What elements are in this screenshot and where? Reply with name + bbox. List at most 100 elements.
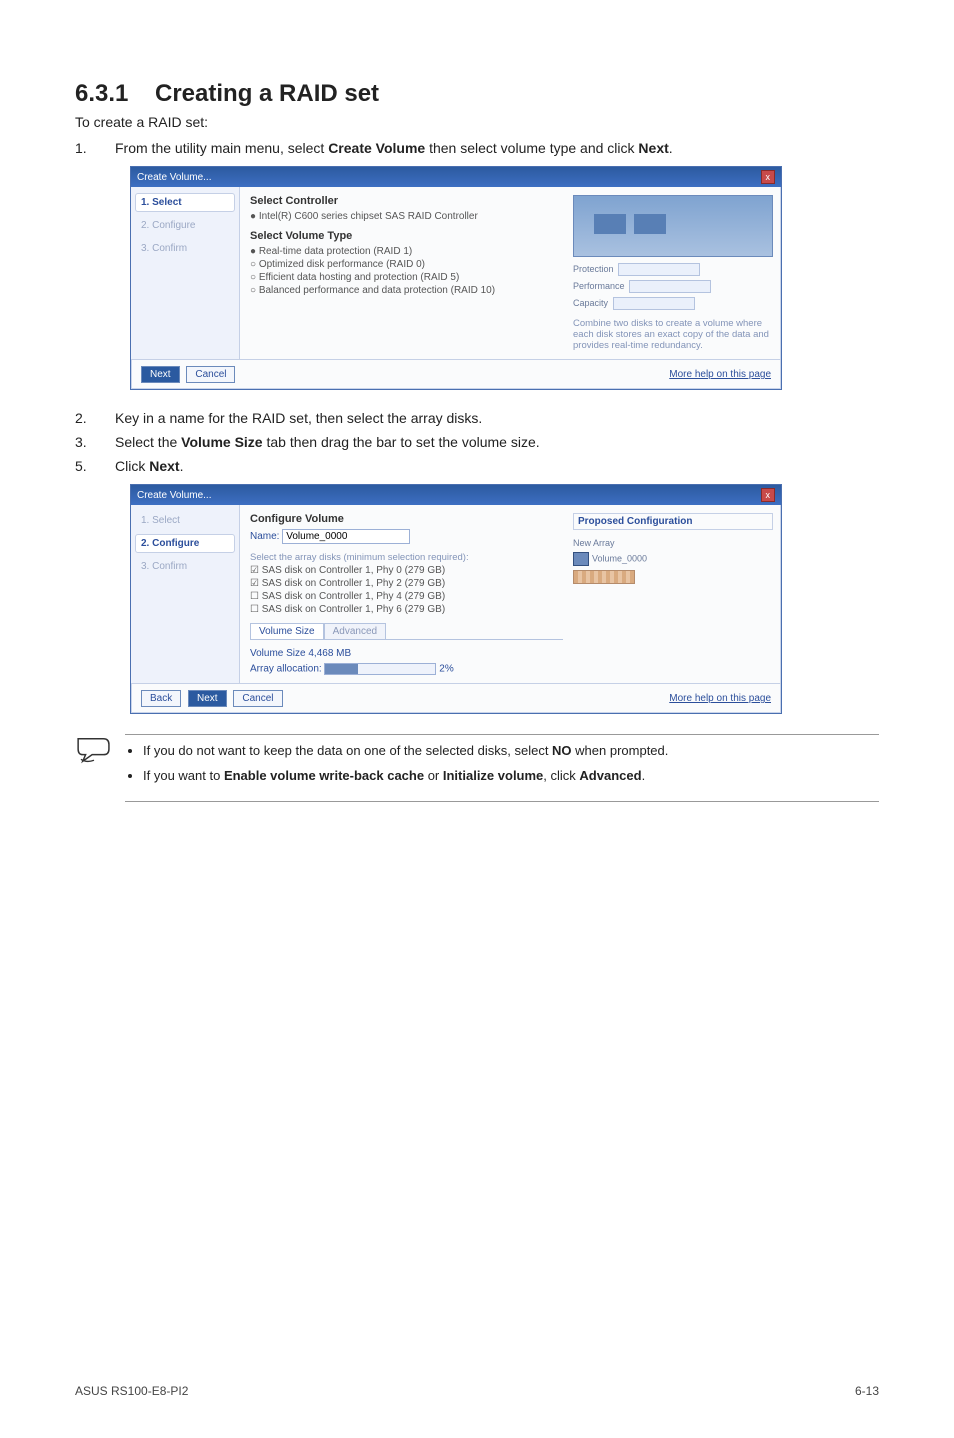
bold: Next	[638, 140, 668, 156]
section-title: Creating a RAID set	[155, 80, 379, 107]
wizard-sidebar: 1. Select 2. Configure 3. Confirm	[131, 187, 240, 359]
volume-type-raid0[interactable]: ○ Optimized disk performance (RAID 0)	[250, 259, 563, 270]
info-panel: Protection Performance Capacity Combine …	[573, 187, 781, 359]
sidebar-step-confirm[interactable]: 3. Confirm	[135, 239, 235, 258]
disk-label: SAS disk on Controller 1, Phy 6 (279 GB)	[262, 604, 445, 615]
sidebar-step-select[interactable]: 1. Select	[135, 193, 235, 212]
disk-checkbox-6[interactable]: ☐ SAS disk on Controller 1, Phy 6 (279 G…	[250, 604, 563, 615]
close-icon[interactable]: x	[761, 170, 776, 184]
text: If you want to	[143, 768, 224, 783]
controller-option[interactable]: ● Intel(R) C600 series chipset SAS RAID …	[250, 211, 563, 222]
wizard-main: Select Controller ● Intel(R) C600 series…	[240, 187, 573, 359]
screenshot-1: Create Volume... x 1. Select 2. Configur…	[130, 166, 879, 390]
disk-checkbox-0[interactable]: ☑ SAS disk on Controller 1, Phy 0 (279 G…	[250, 565, 563, 576]
window-title: Create Volume...	[137, 172, 211, 183]
text: .	[669, 140, 673, 156]
close-icon[interactable]: x	[761, 488, 776, 502]
step-3: 3. Select the Volume Size tab then drag …	[75, 434, 879, 450]
intro-text: To create a RAID set:	[75, 114, 879, 130]
text: Click	[115, 458, 149, 474]
step-text: Click Next.	[115, 458, 879, 474]
text: .	[180, 458, 184, 474]
volume-icon	[573, 552, 589, 566]
allocation-percent: 2%	[439, 664, 453, 675]
disk-checkbox-4[interactable]: ☐ SAS disk on Controller 1, Phy 4 (279 G…	[250, 591, 563, 602]
cancel-button[interactable]: Cancel	[186, 366, 235, 383]
proposed-panel: Proposed Configuration New Array Volume_…	[573, 505, 781, 683]
disk-bar-icon	[573, 570, 635, 584]
wizard-main: Configure Volume Name: Select the array …	[240, 505, 573, 683]
text: when prompted.	[572, 743, 669, 758]
text: then select volume type and click	[425, 140, 638, 156]
disk-checkbox-2[interactable]: ☑ SAS disk on Controller 1, Phy 2 (279 G…	[250, 578, 563, 589]
bold: Enable volume write-back cache	[224, 768, 424, 783]
bold: Next	[149, 458, 179, 474]
text: If you do not want to keep the data on o…	[143, 743, 552, 758]
name-label: Name:	[250, 531, 279, 542]
select-disks-heading: Select the array disks (minimum selectio…	[250, 552, 563, 563]
raid-graphic	[573, 195, 773, 257]
volume-name-input[interactable]	[282, 529, 410, 544]
bold: Create Volume	[328, 140, 425, 156]
note-item-1: If you do not want to keep the data on o…	[143, 743, 879, 758]
info-protection-bar	[618, 263, 700, 276]
help-link[interactable]: More help on this page	[669, 369, 771, 380]
footer-product: ASUS RS100-E8-PI2	[75, 1384, 188, 1398]
step-text: From the utility main menu, select Creat…	[115, 140, 879, 156]
section-number: 6.3.1	[75, 80, 155, 108]
window-title: Create Volume...	[137, 490, 211, 501]
volume-type-raid5[interactable]: ○ Efficient data hosting and protection …	[250, 272, 563, 283]
controller-label: Intel(R) C600 series chipset SAS RAID Co…	[259, 211, 478, 222]
note-box: If you do not want to keep the data on o…	[75, 734, 879, 802]
info-capacity-label: Capacity	[573, 298, 608, 308]
sidebar-step-confirm[interactable]: 3. Confirm	[135, 557, 235, 576]
tab-advanced[interactable]: Advanced	[324, 623, 386, 639]
cancel-button[interactable]: Cancel	[233, 690, 282, 707]
page-footer: ASUS RS100-E8-PI2 6-13	[75, 1384, 879, 1398]
tab-volume-size[interactable]: Volume Size	[250, 623, 324, 639]
step-text: Key in a name for the RAID set, then sel…	[115, 410, 879, 426]
back-button[interactable]: Back	[141, 690, 181, 707]
allocation-slider[interactable]	[324, 663, 436, 675]
section-heading: 6.3.1Creating a RAID set	[75, 80, 879, 108]
array-allocation-label: Array allocation:	[250, 664, 322, 675]
radio-label: Balanced performance and data protection…	[259, 285, 495, 296]
volume-type-raid10[interactable]: ○ Balanced performance and data protecti…	[250, 285, 563, 296]
step-number: 3.	[75, 434, 115, 450]
info-description: Combine two disks to create a volume whe…	[573, 318, 773, 351]
text: Select the	[115, 434, 181, 450]
step-number: 5.	[75, 458, 115, 474]
proposed-array-label: New Array	[573, 538, 773, 548]
help-link[interactable]: More help on this page	[669, 693, 771, 704]
select-controller-heading: Select Controller	[250, 195, 563, 207]
step-number: 2.	[75, 410, 115, 426]
info-performance-bar	[629, 280, 711, 293]
sidebar-step-select[interactable]: 1. Select	[135, 511, 235, 530]
text: or	[424, 768, 443, 783]
bold: NO	[552, 743, 572, 758]
volume-size-label: Volume Size 4,468 MB	[250, 648, 563, 659]
radio-label: Optimized disk performance (RAID 0)	[259, 259, 425, 270]
next-button[interactable]: Next	[188, 690, 227, 707]
proposed-volume-name: Volume_0000	[592, 553, 647, 563]
bold: Volume Size	[181, 434, 262, 450]
info-capacity-bar	[613, 297, 695, 310]
text: , click	[543, 768, 579, 783]
bold: Initialize volume	[443, 768, 543, 783]
text: From the utility main menu, select	[115, 140, 328, 156]
sidebar-step-configure[interactable]: 2. Configure	[135, 534, 235, 553]
step-1: 1. From the utility main menu, select Cr…	[75, 140, 879, 156]
disk-label: SAS disk on Controller 1, Phy 2 (279 GB)	[262, 578, 445, 589]
step-number: 1.	[75, 140, 115, 156]
screenshot-2: Create Volume... x 1. Select 2. Configur…	[130, 484, 879, 714]
next-button[interactable]: Next	[141, 366, 180, 383]
radio-label: Efficient data hosting and protection (R…	[259, 272, 459, 283]
proposed-config-heading: Proposed Configuration	[573, 513, 773, 530]
wizard-sidebar: 1. Select 2. Configure 3. Confirm	[131, 505, 240, 683]
info-protection-label: Protection	[573, 264, 614, 274]
text: .	[642, 768, 646, 783]
configure-volume-heading: Configure Volume	[250, 513, 563, 525]
disk-label: SAS disk on Controller 1, Phy 0 (279 GB)	[262, 565, 445, 576]
sidebar-step-configure[interactable]: 2. Configure	[135, 216, 235, 235]
volume-type-raid1[interactable]: ● Real-time data protection (RAID 1)	[250, 246, 563, 257]
